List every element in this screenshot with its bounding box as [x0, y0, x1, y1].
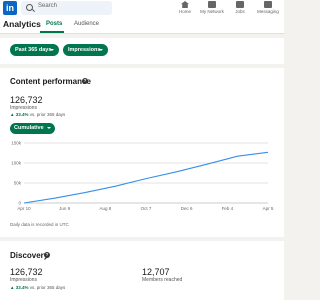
impressions-chart: 150k 100k 50k 0 Apr 10 Jun 9 Aug 8 Oct 7 Dec 6 F… [11, 141, 274, 212]
messaging-icon [264, 1, 272, 8]
nav-home-label: Home [178, 9, 191, 14]
analytics-header: Analytics Posts Audience [0, 17, 284, 34]
nav-home[interactable]: Home [176, 0, 194, 14]
y-tick-label: 50k [14, 181, 22, 186]
jobs-icon [236, 1, 244, 8]
nav-jobs-label: Jobs [235, 9, 245, 14]
metric-label: Impressions [68, 47, 101, 53]
x-tick-label: Oct 7 [141, 206, 152, 211]
tab-posts[interactable]: Posts [46, 21, 62, 27]
date-range-dropdown[interactable]: Past 365 days [10, 44, 59, 56]
filter-bar: Past 365 days Impressions [0, 38, 284, 64]
date-range-label: Past 365 days [15, 47, 52, 53]
chevron-down-icon [99, 49, 103, 51]
nav-messaging[interactable]: Messaging [256, 0, 280, 14]
nav-my-network[interactable]: My Network [200, 0, 224, 14]
impressions-series-line [23, 151, 269, 204]
content-performance-card: Content performance ? 126,732 Impression… [0, 68, 284, 237]
discovery-card: Discovery ? 126,732 Impressions ▲ 33.4% … [0, 241, 284, 300]
y-tick-label: 0 [18, 201, 21, 206]
y-tick-label: 100k [11, 161, 22, 166]
x-tick-label: Dec 6 [181, 206, 193, 211]
x-tick-label: Apr 5 [263, 206, 274, 211]
members-reached-label: Members reached [142, 277, 183, 283]
search-input[interactable]: Search [38, 3, 57, 9]
nav-messaging-label: Messaging [257, 9, 279, 14]
active-tab-indicator [40, 31, 64, 33]
search-icon [26, 4, 33, 11]
discovery-title: Discovery [10, 251, 49, 260]
x-tick-label: Feb 4 [222, 206, 234, 211]
members-reached-value: 12,707 [142, 267, 170, 277]
top-navigation: in Search Home My Network Jobs Messaging [0, 0, 284, 17]
x-tick-label: Jun 9 [59, 206, 71, 211]
tab-audience[interactable]: Audience [74, 21, 99, 27]
x-tick-label: Apr 10 [17, 206, 31, 211]
x-tick-label: Aug 8 [99, 206, 111, 211]
delta-percent: ▲ 33.4% [10, 285, 29, 290]
discovery-impressions-label: Impressions [10, 277, 37, 283]
search-box[interactable]: Search [21, 1, 112, 15]
network-icon [208, 1, 216, 8]
discovery-impressions-value: 126,732 [10, 267, 43, 277]
metric-dropdown[interactable]: Impressions [63, 44, 108, 56]
utc-note: Daily data is recorded in UTC [10, 222, 69, 227]
help-icon[interactable]: ? [44, 252, 50, 258]
delta-text: vs. prior 365 days [29, 285, 66, 290]
home-icon [181, 1, 189, 8]
y-tick-label: 150k [11, 141, 22, 146]
discovery-impressions-delta: ▲ 33.4% vs. prior 365 days [10, 285, 65, 290]
page-title: Analytics [3, 19, 41, 29]
nav-jobs[interactable]: Jobs [232, 0, 248, 14]
chevron-down-icon [50, 49, 54, 51]
linkedin-logo[interactable]: in [3, 1, 17, 15]
nav-network-label: My Network [200, 9, 224, 14]
